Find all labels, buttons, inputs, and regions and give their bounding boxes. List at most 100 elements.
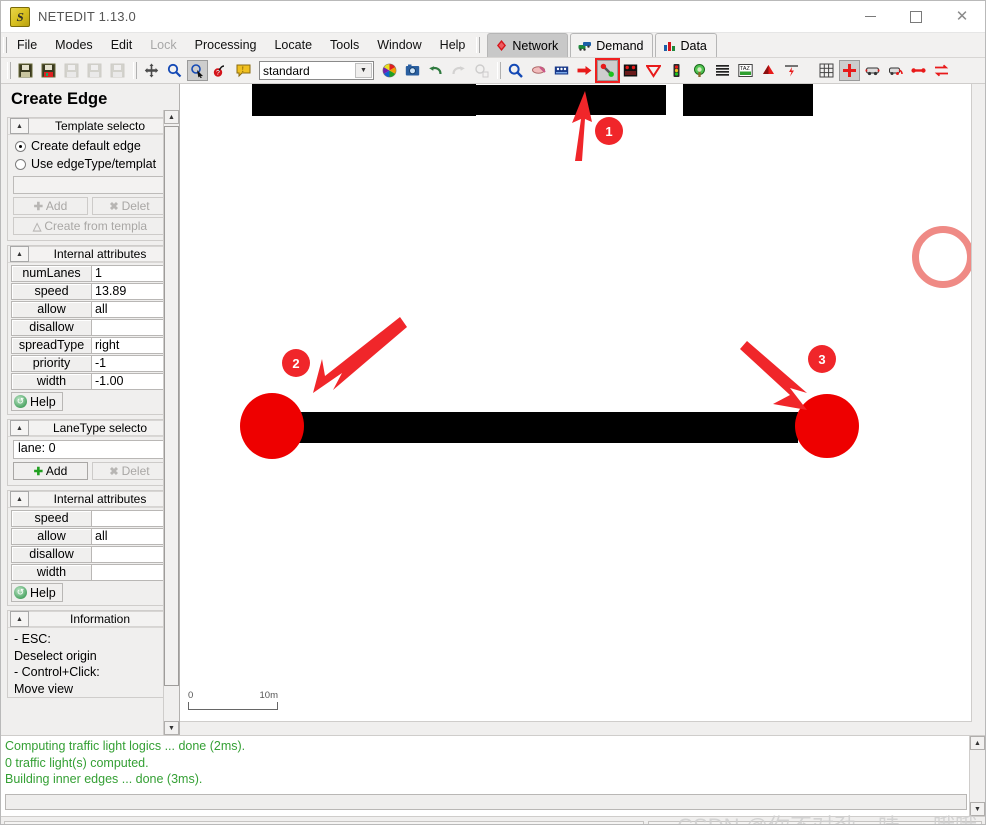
- lane-attr-value-width[interactable]: [92, 564, 169, 581]
- question-mark-icon[interactable]: ?: [210, 60, 231, 81]
- attr-value-speed[interactable]: 13.89: [92, 283, 169, 300]
- menu-edit[interactable]: Edit: [102, 33, 142, 57]
- sidebar-scroll-thumb[interactable]: [164, 126, 179, 686]
- crossing-mode-icon[interactable]: [712, 60, 733, 81]
- add-lanetype-button[interactable]: ✚ Add: [13, 462, 88, 480]
- log-line-2: 0 traffic light(s) computed.: [5, 755, 149, 770]
- scale-bar-line: [188, 702, 278, 710]
- collapse-caret-icon[interactable]: ▲: [10, 118, 29, 134]
- tab-network[interactable]: Network: [487, 33, 569, 57]
- prohibition-mode-icon[interactable]: [643, 60, 664, 81]
- zoom-icon[interactable]: [164, 60, 185, 81]
- radio-create-default-edge[interactable]: Create default edge: [11, 137, 169, 155]
- lane-selector-field[interactable]: lane: 0: [13, 440, 167, 459]
- lane-attr-value-speed[interactable]: [92, 510, 169, 527]
- attr-label-width[interactable]: width: [11, 373, 92, 390]
- attr-value-width[interactable]: -1.00: [92, 373, 169, 390]
- create-edge-mode-icon[interactable]: [595, 58, 620, 83]
- menu-file[interactable]: File: [8, 33, 46, 57]
- attr-label-allow[interactable]: allow: [11, 301, 92, 318]
- scale-bar: 0 10m: [188, 690, 278, 710]
- canvas-horizontal-scrollbar[interactable]: [180, 721, 972, 735]
- edge-segment-1[interactable]: [252, 84, 476, 116]
- save-network-as-icon[interactable]: [38, 60, 59, 81]
- attr-value-spreadtype[interactable]: right: [92, 337, 169, 354]
- collapse-caret-icon[interactable]: ▲: [10, 611, 29, 627]
- tab-data[interactable]: Data: [655, 33, 717, 57]
- comment-icon[interactable]: !: [233, 60, 254, 81]
- select-arrow-icon[interactable]: [187, 60, 208, 81]
- lane-attr-label-width[interactable]: width: [11, 564, 92, 581]
- edge-help-button[interactable]: ↺ Help: [11, 392, 63, 411]
- radio-use-edgetype-template[interactable]: Use edgeType/templat: [11, 155, 169, 173]
- lane-attr-value-allow[interactable]: all: [92, 528, 169, 545]
- delete-lanetype-label: Delet: [121, 464, 150, 478]
- junction-to[interactable]: [795, 394, 859, 458]
- log-scrollbar[interactable]: ▲ ▼: [969, 736, 985, 816]
- log-scroll-up-icon[interactable]: ▲: [970, 736, 985, 750]
- lane-attr-value-disallow[interactable]: [92, 546, 169, 563]
- information-body: - ESC: Deselect origin - Control+Click: …: [8, 628, 172, 697]
- edge-body[interactable]: [253, 412, 798, 443]
- menu-window[interactable]: Window: [368, 33, 430, 57]
- attr-value-disallow[interactable]: [92, 319, 169, 336]
- select-mode-icon[interactable]: [551, 60, 572, 81]
- menu-help[interactable]: Help: [431, 33, 475, 57]
- collapse-caret-icon[interactable]: ▲: [10, 420, 29, 436]
- attr-label-numlanes[interactable]: numLanes: [11, 265, 92, 282]
- wire-mode-icon[interactable]: [781, 60, 802, 81]
- taz-mode-icon[interactable]: TAZ: [735, 60, 756, 81]
- sidebar-scrollbar[interactable]: ▲ ▼: [163, 110, 179, 735]
- spread-vehicles-toggle-icon[interactable]: [862, 60, 883, 81]
- save-network-icon[interactable]: [15, 60, 36, 81]
- select-edges-toggle-icon[interactable]: [908, 60, 929, 81]
- menu-modes[interactable]: Modes: [46, 33, 102, 57]
- menu-tools[interactable]: Tools: [321, 33, 368, 57]
- lane-attr-label-speed[interactable]: speed: [11, 510, 92, 527]
- attr-value-allow[interactable]: all: [92, 301, 169, 318]
- camera-snapshot-icon[interactable]: [402, 60, 423, 81]
- style-selector-combo[interactable]: standard ▼: [259, 61, 374, 80]
- attr-label-priority[interactable]: priority: [11, 355, 92, 372]
- minimize-button[interactable]: [847, 1, 893, 32]
- junction-shape-toggle-icon[interactable]: [839, 60, 860, 81]
- inspect-mode-icon[interactable]: [505, 60, 526, 81]
- menu-locate[interactable]: Locate: [265, 33, 321, 57]
- close-button[interactable]: ✕: [939, 1, 985, 32]
- additional-mode-icon[interactable]: [689, 60, 710, 81]
- edge-segment-2[interactable]: [458, 85, 666, 115]
- attr-label-speed[interactable]: speed: [11, 283, 92, 300]
- tab-demand[interactable]: Demand: [570, 33, 654, 57]
- canvas-vertical-scrollbar[interactable]: [971, 84, 985, 722]
- scroll-up-icon[interactable]: ▲: [164, 110, 179, 124]
- show-connections-toggle-icon[interactable]: [931, 60, 952, 81]
- network-view-canvas[interactable]: 0 10m: [180, 84, 972, 722]
- collapse-caret-icon[interactable]: ▲: [10, 246, 29, 262]
- grid-toggle-icon[interactable]: [816, 60, 837, 81]
- lane-attr-label-allow[interactable]: allow: [11, 528, 92, 545]
- lane-help-button[interactable]: ↺ Help: [11, 583, 63, 602]
- move-elements-icon[interactable]: [574, 60, 595, 81]
- edge-segment-3[interactable]: [683, 84, 813, 116]
- lane-attr-label-disallow[interactable]: disallow: [11, 546, 92, 563]
- attr-label-disallow[interactable]: disallow: [11, 319, 92, 336]
- junction-from[interactable]: [240, 393, 304, 459]
- attr-label-spreadtype[interactable]: spreadType: [11, 337, 92, 354]
- traffic-light-mode-icon[interactable]: [666, 60, 687, 81]
- edit-connections-icon[interactable]: [620, 60, 641, 81]
- shape-mode-icon[interactable]: [758, 60, 779, 81]
- chevron-down-icon[interactable]: ▼: [355, 63, 372, 78]
- group-template-selector-body: Create default edge Use edgeType/templat…: [8, 135, 172, 240]
- move-mode-icon[interactable]: [141, 60, 162, 81]
- undo-icon[interactable]: [425, 60, 446, 81]
- color-wheel-icon[interactable]: [379, 60, 400, 81]
- attr-value-priority[interactable]: -1: [92, 355, 169, 372]
- scroll-down-icon[interactable]: ▼: [164, 721, 179, 735]
- attr-value-numlanes[interactable]: 1: [92, 265, 169, 282]
- template-name-field[interactable]: [13, 176, 167, 194]
- delete-mode-icon[interactable]: [528, 60, 549, 81]
- collapse-caret-icon[interactable]: ▲: [10, 491, 29, 507]
- menu-processing[interactable]: Processing: [186, 33, 266, 57]
- show-demand-elements-toggle-icon[interactable]: [885, 60, 906, 81]
- maximize-button[interactable]: [893, 1, 939, 32]
